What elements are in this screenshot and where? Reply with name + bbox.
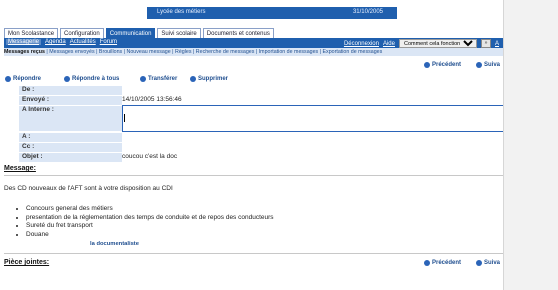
field-label-a-interne: A Interne : — [19, 106, 122, 131]
site-title: Lycée des métiers — [157, 9, 206, 15]
delete-icon — [190, 76, 196, 82]
forward-icon — [140, 76, 146, 82]
message-heading: Message: — [4, 165, 36, 172]
tab-documents-contenus[interactable]: Documents et contenus — [202, 28, 274, 38]
attachments-heading: Pièce jointes: — [4, 259, 50, 266]
field-label-cc: Cc : — [19, 143, 122, 152]
reply-all-button[interactable]: Répondre à tous — [64, 76, 119, 82]
logout-link[interactable]: Déconnexion — [344, 41, 379, 47]
arrow-left-icon — [424, 62, 430, 68]
message-list: Concours general des métiers presentatio… — [12, 205, 274, 239]
list-item: Sureté du fret transport — [26, 222, 274, 231]
reply-icon — [5, 76, 11, 82]
delete-button[interactable]: Supprimer — [190, 76, 228, 82]
help-link[interactable]: Aide — [383, 41, 395, 47]
arrow-right-icon — [476, 62, 482, 68]
nav-link-truncated[interactable]: A — [495, 41, 499, 47]
field-label-envoye: Envoyé : — [19, 96, 122, 105]
list-item: presentation de la réglementation des te… — [26, 214, 274, 223]
help-select[interactable]: Comment cela fonctionne ? — [398, 39, 477, 48]
field-label-de: De : — [19, 86, 122, 95]
attachments-divider — [4, 253, 503, 254]
text-caret — [124, 114, 125, 122]
forward-button[interactable]: Transférer — [140, 76, 177, 82]
tab-configuration[interactable]: Configuration — [60, 28, 104, 38]
prev-button-top[interactable]: Précédent — [424, 62, 461, 68]
tab-mon-scolastance[interactable]: Mon Scolastance — [4, 28, 59, 38]
nav-link-messagerie[interactable]: Messagerie — [6, 39, 42, 45]
next-button-top[interactable]: Suiva — [476, 62, 500, 68]
field-label-objet: Objet : — [19, 153, 122, 162]
nav-link-agenda[interactable]: Agenda — [45, 39, 66, 45]
reply-all-icon — [64, 76, 70, 82]
prev-button-bottom[interactable]: Précédent — [424, 260, 461, 266]
message-intro: Des CD nouveaux de l'AFT sont à votre di… — [4, 185, 173, 192]
reply-button[interactable]: Répondre — [5, 76, 41, 82]
field-label-a: A : — [19, 133, 122, 142]
arrow-right-icon — [476, 260, 482, 266]
tab-suivi-scolaire[interactable]: Suivi scolaire — [157, 28, 201, 38]
header-date: 31/10/2005 — [352, 9, 383, 15]
communication-nav: Messagerie Agenda Actualités Forum Décon… — [4, 38, 503, 48]
nav-link-actualites[interactable]: Actualités — [70, 39, 96, 45]
tab-communication[interactable]: Communication — [105, 28, 156, 38]
field-value-envoye: 14/10/2005 13:56:46 — [122, 96, 182, 103]
message-divider — [4, 175, 503, 176]
messagerie-subnav: Messages reçus | Messages envoyés | Brou… — [4, 48, 503, 56]
next-button-bottom[interactable]: Suiva — [476, 260, 500, 266]
header-banner: Lycée des métiers 31/10/2005 — [147, 7, 397, 19]
field-value-objet: coucou c'est la doc — [122, 153, 178, 160]
list-item: Concours general des métiers — [26, 205, 274, 214]
arrow-left-icon — [424, 260, 430, 266]
subnav-items[interactable]: | Messages envoyés | Brouillons | Nouvea… — [46, 49, 382, 55]
a-interne-textbox[interactable] — [122, 105, 503, 132]
main-tabs: Mon Scolastance Configuration Communicat… — [4, 28, 276, 38]
subnav-current[interactable]: Messages reçus — [4, 49, 45, 55]
window-background-right — [503, 0, 558, 290]
nav-link-forum[interactable]: Forum — [100, 39, 117, 45]
list-item: Douane — [26, 231, 274, 240]
help-go-button[interactable]: » — [480, 39, 491, 48]
signature: la documentaliste — [90, 241, 139, 247]
